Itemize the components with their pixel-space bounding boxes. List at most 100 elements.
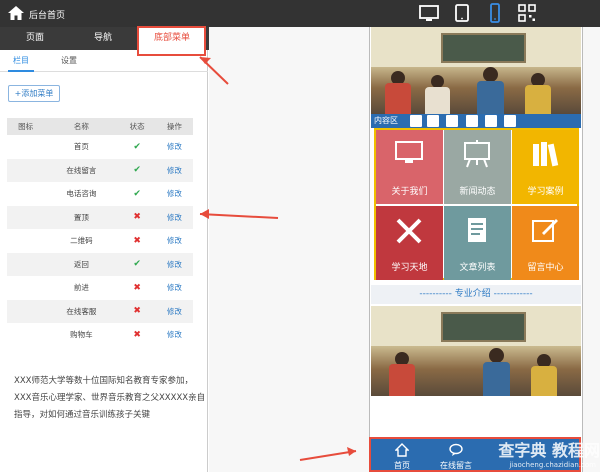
- tab-navigation[interactable]: 导航: [72, 27, 134, 50]
- tile-news[interactable]: 新闻动态: [444, 130, 511, 204]
- tile-learning-world[interactable]: 学习天地: [376, 206, 443, 280]
- tools-icon: [396, 218, 422, 244]
- edit-link[interactable]: 修改: [155, 252, 193, 276]
- table-row: 在线留言 ✔ 修改: [7, 158, 193, 182]
- qr-code-icon[interactable]: [516, 2, 538, 24]
- content-area-label: 内容区: [374, 116, 398, 125]
- status-enabled-icon[interactable]: ✔: [119, 182, 156, 206]
- status-disabled-icon[interactable]: ✖: [118, 299, 156, 323]
- section-title: ---------- 专业介绍 ------------: [371, 285, 581, 304]
- watermark: 查字典 教程网 jiaocheng.chazidian.com: [464, 437, 600, 472]
- edit-icon: [532, 219, 558, 242]
- status-disabled-icon[interactable]: ✖: [119, 276, 156, 300]
- edit-link[interactable]: 修改: [156, 229, 193, 253]
- column-header: 名称: [44, 118, 119, 135]
- status-disabled-icon[interactable]: ✖: [118, 205, 156, 229]
- edit-icon[interactable]: [427, 115, 439, 127]
- row-name: 电话咨询: [66, 189, 97, 199]
- tab-page[interactable]: 页面: [6, 27, 64, 50]
- row-name: 在线客服: [44, 299, 119, 323]
- column-header: 操作: [155, 118, 193, 135]
- edit-link[interactable]: 修改: [155, 205, 193, 229]
- easel-icon: [464, 140, 490, 168]
- row-icon-cell: [7, 276, 44, 300]
- table-row: 返回 ✔ 修改: [7, 252, 193, 276]
- row-name: 在线留言: [44, 158, 119, 182]
- phone-preview: 内容区 关于我们 新闻动态 学习案例 学习天地 文章列表 留言中心 ------…: [369, 27, 583, 472]
- table-row: 电话咨询 ✔ 修改: [7, 182, 193, 206]
- status-enabled-icon[interactable]: ✔: [118, 158, 156, 182]
- row-icon-cell: [7, 323, 44, 347]
- row-name: 二维码: [70, 236, 93, 246]
- row-name: 首页: [73, 142, 89, 152]
- tile-label: 留言中心: [527, 263, 564, 273]
- document-icon: [468, 218, 486, 242]
- table-row: 二维码 ✖ 修改: [7, 229, 193, 253]
- row-name: 购物车: [70, 330, 93, 340]
- status-enabled-icon[interactable]: ✔: [119, 135, 156, 159]
- tile-label: 文章列表: [459, 263, 496, 273]
- tile-grid: 关于我们 新闻动态 学习案例 学习天地 文章列表 留言中心: [374, 128, 579, 280]
- column-header: 图标: [7, 118, 45, 135]
- tile-article-list[interactable]: 文章列表: [444, 206, 511, 280]
- table-row: 在线客服 ✖ 修改: [7, 299, 193, 323]
- tablet-icon[interactable]: [451, 2, 473, 24]
- menu-table: 图标 名称 状态 操作 首页 ✔ 修改 在线留言 ✔ 修改 电话咨询 ✔ 修改 …: [7, 118, 193, 347]
- tile-label: 学习案例: [527, 187, 564, 197]
- tile-about-us[interactable]: 关于我们: [376, 130, 443, 204]
- edit-link[interactable]: 修改: [156, 276, 193, 300]
- row-name: 返回: [44, 252, 119, 276]
- row-icon-cell: [7, 205, 45, 229]
- edit-link[interactable]: 修改: [156, 182, 193, 206]
- table-row: 置顶 ✖ 修改: [7, 205, 193, 229]
- content-toolbar: 内容区: [371, 114, 581, 128]
- row-icon-cell: [7, 299, 45, 323]
- row-icon-cell: [7, 252, 45, 276]
- admin-home-link[interactable]: 后台首页: [29, 8, 65, 21]
- status-disabled-icon[interactable]: ✖: [119, 323, 156, 347]
- tile-message-center[interactable]: 留言中心: [512, 206, 579, 280]
- status-disabled-icon[interactable]: ✖: [119, 229, 156, 253]
- add-menu-button[interactable]: +添加菜单: [8, 85, 60, 102]
- row-icon-cell: [7, 135, 44, 159]
- edit-link[interactable]: 修改: [156, 135, 193, 159]
- top-bar: 后台首页: [0, 0, 600, 27]
- table-row: 购物车 ✖ 修改: [7, 323, 193, 347]
- watermark-text: 查字典 教程网: [498, 441, 600, 460]
- home-icon[interactable]: [8, 6, 24, 20]
- settings-icon[interactable]: [410, 115, 422, 127]
- tile-label: 学习天地: [391, 263, 428, 273]
- tile-label: 关于我们: [391, 187, 428, 197]
- delete-icon[interactable]: [504, 115, 516, 127]
- table-header-row: 图标 名称 状态 操作: [7, 118, 193, 135]
- subtab-columns[interactable]: 栏目: [8, 50, 34, 72]
- arrow-down-icon[interactable]: [485, 115, 497, 127]
- table-row: 首页 ✔ 修改: [7, 135, 193, 159]
- subtab-settings[interactable]: 设置: [56, 50, 82, 72]
- watermark-subtext: jiaocheng.chazidian.com: [509, 461, 596, 469]
- edit-link[interactable]: 修改: [156, 323, 193, 347]
- chat-icon: [449, 443, 463, 456]
- classroom-photo: [371, 306, 581, 396]
- tile-learning-cases[interactable]: 学习案例: [512, 130, 579, 204]
- monitor-icon: [395, 141, 423, 163]
- home-icon: [395, 443, 409, 457]
- phone-icon[interactable]: [484, 2, 506, 24]
- edit-link[interactable]: 修改: [155, 299, 193, 323]
- bottom-menu-home[interactable]: 首页: [375, 441, 429, 471]
- add-icon[interactable]: [446, 115, 458, 127]
- status-enabled-icon[interactable]: ✔: [118, 252, 156, 276]
- bottom-menu-label: 首页: [394, 461, 410, 470]
- edit-link[interactable]: 修改: [155, 158, 193, 182]
- arrow-up-icon[interactable]: [466, 115, 478, 127]
- table-row: 前进 ✖ 修改: [7, 276, 193, 300]
- desktop-icon[interactable]: [418, 2, 440, 24]
- tile-label: 新闻动态: [459, 187, 496, 197]
- classroom-photo: [371, 27, 581, 114]
- column-header: 状态: [118, 118, 156, 135]
- row-name: 前进: [73, 283, 89, 293]
- row-icon-cell: [7, 158, 45, 182]
- row-name: 置顶: [44, 205, 119, 229]
- intro-article: XXX师范大学等数十位国际知名教育专家参加，XXX音乐心理学家、世界音乐教育之父…: [14, 376, 206, 420]
- row-icon-cell: [7, 182, 44, 206]
